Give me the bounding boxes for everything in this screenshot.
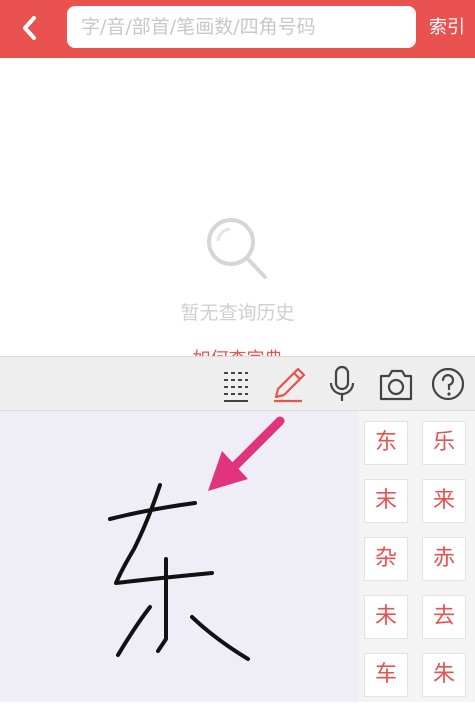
voice-button[interactable] [322,363,362,405]
candidate-char[interactable]: 来 [422,479,466,523]
candidate-char[interactable]: 乐 [422,421,466,465]
magnifier-icon [207,218,267,279]
help-icon [431,367,465,401]
input-mode-toolbar [0,356,475,411]
back-button[interactable] [8,8,52,48]
candidate-char[interactable]: 车 [364,653,408,697]
camera-button[interactable] [376,363,416,405]
handwriting-pad[interactable] [0,411,358,702]
handwriting-button[interactable] [268,363,308,405]
help-link[interactable]: 如何查字典 [0,345,475,356]
candidate-char[interactable]: 末 [364,479,408,523]
handwritten-strokes [108,483,250,661]
radical-grid-button[interactable] [216,363,256,405]
radical-grid-icon [224,372,248,402]
pink-arrow-icon [208,416,285,491]
pencil-icon [274,367,306,403]
candidate-char[interactable]: 未 [364,595,408,639]
history-area: 暂无查询历史 如何查字典 [0,58,475,356]
help-button[interactable] [428,363,468,405]
chevron-left-icon [23,16,36,40]
candidate-char[interactable]: 去 [422,595,466,639]
search-input[interactable] [81,6,407,48]
top-bar: 索引 [0,0,475,58]
microphone-icon [329,365,355,401]
camera-icon [379,369,413,401]
candidate-char[interactable]: 朱 [422,653,466,697]
candidate-char[interactable]: 东 [364,421,408,465]
search-box[interactable] [67,6,416,48]
candidate-char[interactable]: 赤 [422,537,466,581]
empty-message: 暂无查询历史 [180,302,295,324]
index-button[interactable]: 索引 [422,14,472,42]
candidate-panel: 东 乐 末 来 杂 赤 未 去 车 朱 [358,411,475,702]
candidate-char[interactable]: 杂 [364,537,408,581]
